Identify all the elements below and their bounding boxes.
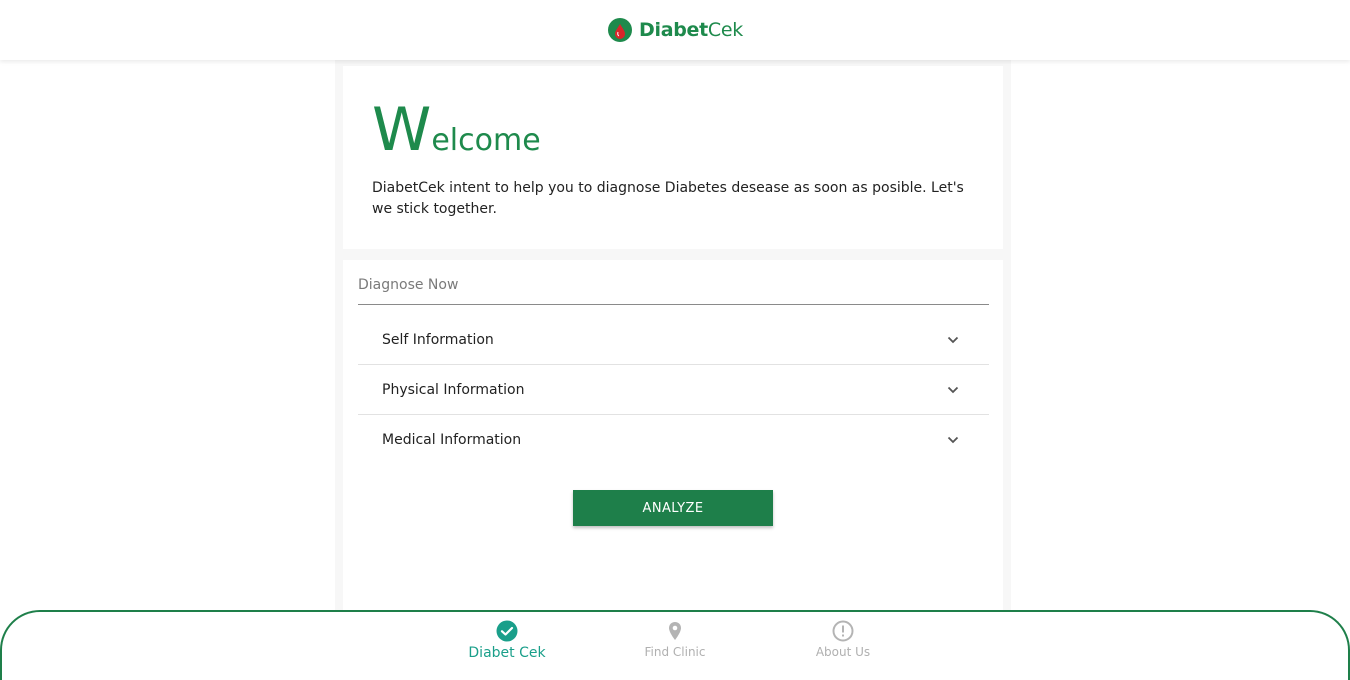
app-logo[interactable]: DiabetCek xyxy=(607,17,743,43)
accordion-label: Self Information xyxy=(382,332,494,348)
nav-item-about-us[interactable]: About Us xyxy=(773,620,913,659)
nav-item-diabet-cek[interactable]: Diabet Cek xyxy=(437,620,577,661)
nav-label: About Us xyxy=(815,645,871,659)
logo-text-diabet: Diabet xyxy=(639,19,708,41)
logo-text: DiabetCek xyxy=(639,19,743,41)
logo-text-cek: Cek xyxy=(707,19,743,41)
check-circle-icon xyxy=(496,620,518,642)
nav-label: Diabet Cek xyxy=(468,645,546,661)
location-pin-icon xyxy=(669,622,681,640)
blood-drop-logo-icon xyxy=(608,18,633,42)
top-bar: DiabetCek xyxy=(0,0,1350,60)
analyze-button[interactable]: ANALYZE xyxy=(573,490,773,526)
bottom-nav: Diabet Cek Find Clinic About Us xyxy=(0,610,1350,680)
welcome-title-rest: elcome xyxy=(431,123,541,158)
info-circle-icon xyxy=(832,620,854,642)
welcome-description: DiabetCek intent to help you to diagnose… xyxy=(372,180,964,217)
nav-label: Find Clinic xyxy=(644,645,706,659)
chevron-down-icon xyxy=(947,386,959,394)
accordion-label: Medical Information xyxy=(382,431,522,448)
accordion-physical-information[interactable]: Physical Information xyxy=(358,366,989,415)
welcome-title-initial: W xyxy=(372,95,432,165)
diagnose-divider xyxy=(358,304,989,305)
welcome-title: Welcome xyxy=(372,100,541,160)
chevron-down-icon xyxy=(947,436,959,443)
accordion-label: Physical Information xyxy=(382,382,525,398)
nav-item-find-clinic[interactable]: Find Clinic xyxy=(605,620,745,659)
accordion-medical-information[interactable]: Medical Information xyxy=(358,415,989,464)
diagnose-now-label: Diagnose Now xyxy=(358,277,459,293)
accordion-self-information[interactable]: Self Information xyxy=(358,316,989,365)
chevron-down-icon xyxy=(947,336,959,344)
